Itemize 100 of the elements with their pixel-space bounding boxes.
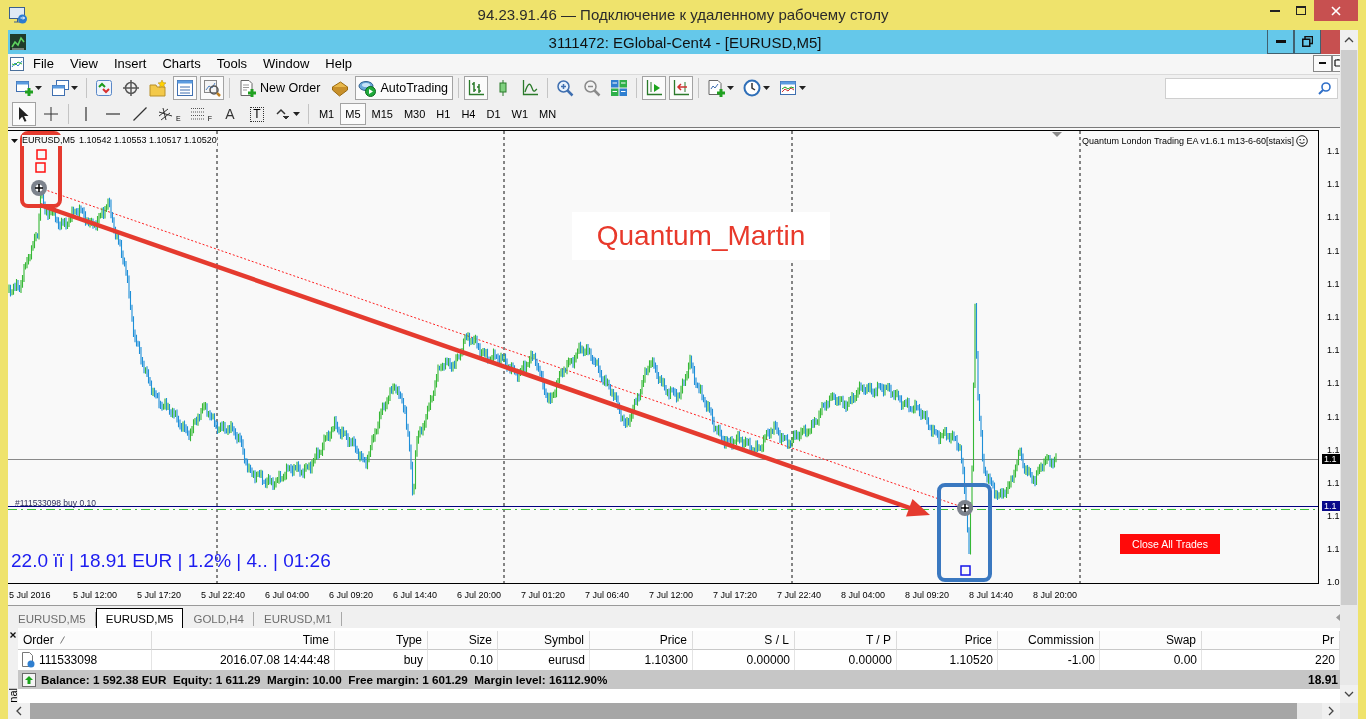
- maximize-icon: [1296, 6, 1306, 15]
- minimize-button[interactable]: [1267, 30, 1294, 54]
- smiley-icon: [1296, 135, 1309, 147]
- axis-play-icon: [645, 79, 664, 97]
- zoom-in-icon: [556, 79, 575, 97]
- autoscroll-button[interactable]: [642, 76, 667, 100]
- timeframe-button[interactable]: MN: [534, 103, 562, 125]
- chart-tab[interactable]: EURUSD,M1: [253, 608, 342, 628]
- time-axis-label: 6 Jul 04:00: [264, 589, 311, 600]
- chart-shift-button[interactable]: [669, 76, 694, 100]
- balance-summary: Balance: 1 592.38 EUR Equity: 1 611.29 Margin: 10.00 Free margin: 1 601.29 Margin level: 16112.90%: [41, 673, 608, 686]
- document-icon: [21, 652, 35, 668]
- chart-tab[interactable]: EURUSD,M5: [95, 608, 184, 628]
- menu-item[interactable]: File: [25, 54, 62, 74]
- vertical-scrollbar[interactable]: [1340, 30, 1358, 719]
- price-axis-label: 1.1: [1327, 311, 1340, 322]
- folder-star-icon: [149, 79, 167, 97]
- timeframe-button[interactable]: M1: [313, 103, 340, 125]
- menu-item[interactable]: Tools: [208, 54, 256, 74]
- chevron-right-icon[interactable]: [1328, 706, 1334, 716]
- column-header[interactable]: Price: [897, 631, 998, 650]
- chevron-left-icon[interactable]: [16, 706, 22, 716]
- bar-chart-button[interactable]: [464, 76, 489, 100]
- dotted-lines-icon: [189, 107, 206, 121]
- axis-arrow-icon: [672, 79, 691, 97]
- price-axis-label: 1.1: [1327, 245, 1340, 256]
- column-header[interactable]: Time: [152, 631, 335, 650]
- chart-tab[interactable]: EURUSD,M5: [8, 608, 96, 628]
- vertical-line-icon: [85, 107, 87, 121]
- close-icon: [1331, 5, 1341, 16]
- time-axis-label: 7 Jul 22:40: [776, 589, 823, 600]
- price-axis-label: 1.1: [1327, 212, 1340, 223]
- price-axis-label: 1.1: [1327, 544, 1340, 555]
- window-title: 94.23.91.46 — Подключение к удаленному рабочему столу: [477, 5, 889, 25]
- label-tool-button[interactable]: T: [244, 102, 269, 126]
- chevron-down-icon[interactable]: [1344, 691, 1354, 697]
- timeframe-button[interactable]: H1: [431, 103, 456, 125]
- column-header[interactable]: Symbol: [498, 631, 590, 650]
- timeframe-button[interactable]: W1: [506, 103, 533, 125]
- magnifier-chart-icon: [203, 79, 221, 97]
- text-tool-button[interactable]: A: [217, 102, 242, 126]
- time-axis-label: 7 Jul 01:20: [520, 589, 567, 600]
- stacked-windows-icon: [51, 79, 69, 97]
- time-axis-label: 8 Jul 20:00: [1032, 589, 1079, 600]
- menu-item[interactable]: Window: [255, 54, 318, 74]
- menu-item[interactable]: Help: [317, 54, 361, 74]
- menu-item[interactable]: View: [61, 54, 106, 74]
- window-plus-icon: [15, 79, 33, 97]
- column-header[interactable]: Size: [428, 631, 498, 650]
- restore-icon: [1334, 59, 1340, 67]
- time-axis-label: 6 Jul 09:20: [328, 589, 375, 600]
- square-marker-icon: [960, 565, 971, 576]
- timeframe-button[interactable]: H4: [456, 103, 481, 125]
- tester-button[interactable]: [200, 76, 224, 100]
- scrollbar-thumb[interactable]: [1341, 50, 1357, 605]
- timeframe-button[interactable]: M15: [366, 103, 398, 125]
- timeframe-button[interactable]: D1: [481, 103, 506, 125]
- close-all-trades-button[interactable]: Close All Trades: [1120, 534, 1220, 554]
- arrow-up-icon: [22, 672, 36, 687]
- time-axis-label: 7 Jul 17:20: [712, 589, 759, 600]
- price-axis-label: 1.1: [1327, 345, 1340, 356]
- minimize-button[interactable]: [1313, 54, 1332, 72]
- close-icon[interactable]: [10, 632, 16, 638]
- crosshair-circle-icon: [122, 79, 140, 97]
- clock-icon: [743, 79, 762, 97]
- cloud-play-icon: [358, 79, 377, 97]
- column-header[interactable]: Commission: [998, 631, 1100, 650]
- tiles-icon: [610, 79, 629, 97]
- search-field[interactable]: [1165, 77, 1338, 99]
- price-axis-label: 1.1: [1327, 278, 1340, 289]
- bid-price-tag: 1.1: [1322, 454, 1340, 464]
- restore-button[interactable]: [1294, 30, 1321, 54]
- column-header[interactable]: Price: [590, 631, 693, 650]
- column-header[interactable]: Pr: [1202, 631, 1340, 650]
- hatched-lines-icon: [158, 106, 174, 122]
- list-window-icon: [176, 79, 194, 97]
- document-plus-icon: [238, 79, 256, 97]
- chart-tab[interactable]: GOLD,H4: [183, 608, 254, 628]
- search-icon: [1318, 81, 1331, 95]
- price-axis-label: 1.1: [1327, 146, 1340, 156]
- column-header[interactable]: T / P: [795, 631, 897, 650]
- monitor-icon: [8, 6, 28, 24]
- autotrading-button[interactable]: AutoTrading: [355, 76, 454, 100]
- column-header[interactable]: S / L: [693, 631, 795, 650]
- caret-icon: [11, 138, 18, 143]
- terminal-button[interactable]: [173, 76, 197, 100]
- timeframe-button[interactable]: M30: [398, 103, 431, 125]
- price-axis-label: 1.1: [1327, 511, 1340, 522]
- menu-item[interactable]: Insert: [105, 54, 155, 74]
- chart-symbol: EURUSD,M5: [22, 135, 75, 146]
- cursor-tool-button[interactable]: [12, 102, 36, 126]
- column-header[interactable]: Type: [335, 631, 428, 650]
- menu-item[interactable]: Charts: [154, 54, 209, 74]
- diamond-icon: [331, 79, 350, 97]
- new-order-button[interactable]: New Order: [235, 76, 326, 100]
- timeframe-button[interactable]: M5: [340, 103, 366, 125]
- column-header[interactable]: Order: [18, 631, 152, 650]
- column-header[interactable]: Swap: [1100, 631, 1202, 650]
- profit-total: 18.91: [1307, 672, 1339, 687]
- chevron-up-icon[interactable]: [1344, 37, 1354, 43]
